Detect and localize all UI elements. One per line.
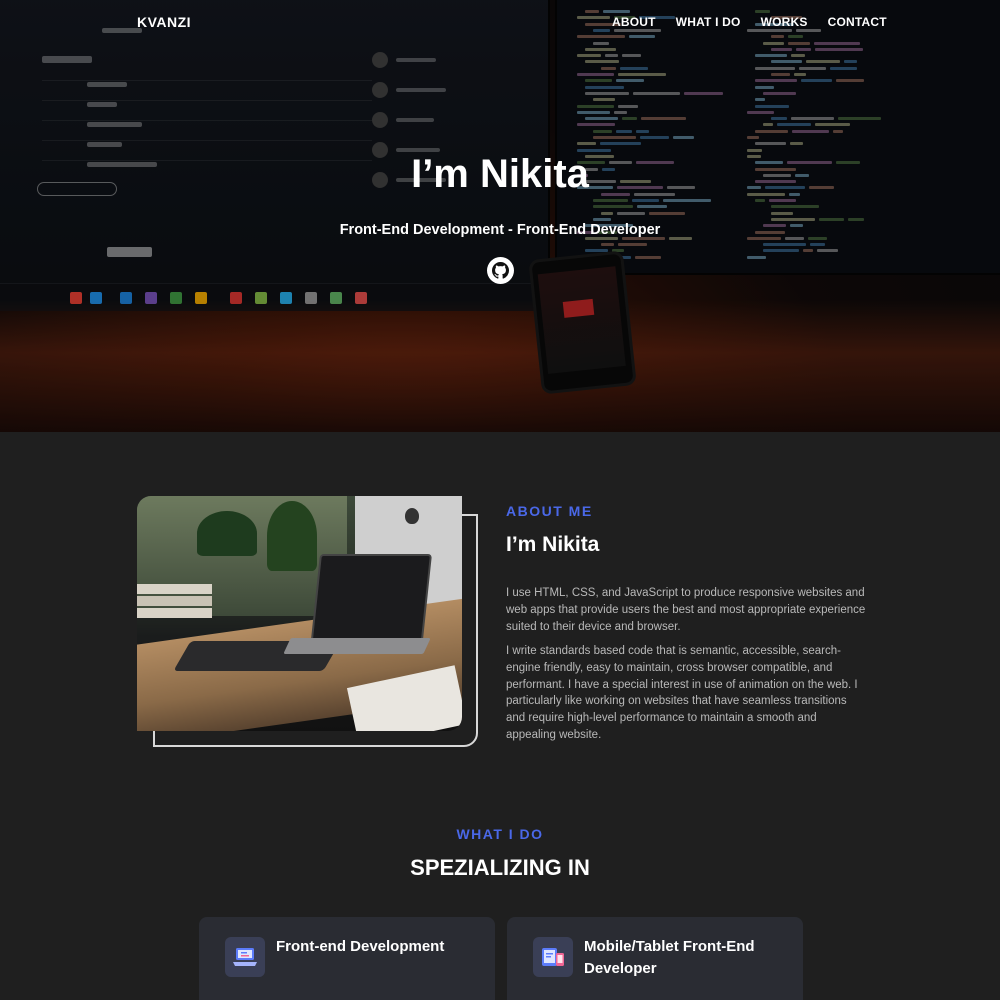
specializing-title: SPEZIALIZING IN	[410, 855, 590, 880]
about-paragraph-1: I use HTML, CSS, and JavaScript to produ…	[506, 587, 866, 633]
service-card-title: Front-end Development	[276, 938, 445, 955]
nav-item-works[interactable]: WORKS	[761, 15, 808, 29]
hero-subtitle: Front-End Development - Front-End Develo…	[339, 222, 661, 238]
github-link-button[interactable]	[487, 257, 514, 284]
hero-section: KVANZI ABOUT WHAT I DO WORKS CONTACT I’m…	[0, 0, 1000, 432]
nav-item-about[interactable]: ABOUT	[612, 15, 656, 29]
service-card-title: Mobile/Tablet Front-End Developer	[584, 938, 755, 977]
about-paragraph-2: I write standards based code that is sem…	[506, 645, 858, 741]
laptop-code-icon	[225, 937, 265, 977]
mobile-tablet-icon	[533, 937, 573, 977]
about-workspace-image	[137, 496, 462, 731]
service-card-front-end[interactable]: Front-end Development	[199, 917, 495, 1000]
what-i-do-label: WHAT I DO	[456, 826, 544, 842]
hero-title: I’m Nikita	[411, 152, 589, 196]
nav-item-what-i-do[interactable]: WHAT I DO	[676, 15, 741, 29]
nav-item-contact[interactable]: CONTACT	[828, 15, 887, 29]
service-card-mobile-tablet[interactable]: Mobile/Tablet Front-End Developer	[507, 917, 803, 1000]
brand-logo[interactable]: KVANZI	[137, 14, 191, 30]
about-section-label: ABOUT ME	[506, 503, 593, 519]
github-icon	[492, 262, 509, 279]
about-title: I’m Nikita	[506, 533, 600, 556]
main-nav: ABOUT WHAT I DO WORKS CONTACT	[612, 15, 887, 29]
